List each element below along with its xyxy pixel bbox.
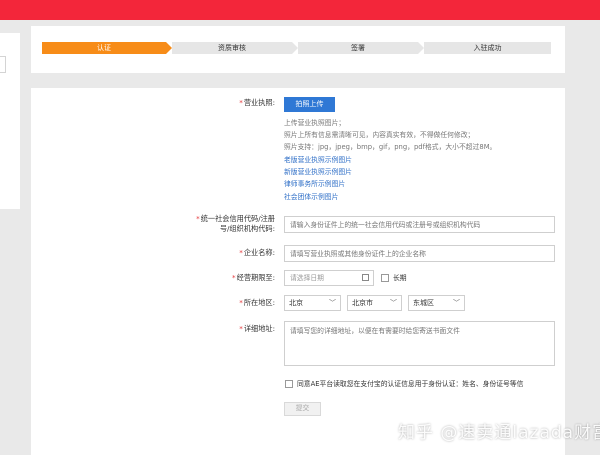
top-brand-bar <box>0 0 600 20</box>
progress-steps-card: 认证 资质审核 签署 入驻成功 <box>31 26 565 73</box>
chevron-down-icon: ﹀ <box>453 299 460 307</box>
left-side-input[interactable] <box>0 56 6 73</box>
date-placeholder: 请选择日期 <box>290 274 324 282</box>
hint-clear: 照片上所有信息需清晰可见，内容真实有效，不得做任何修改； <box>284 131 475 139</box>
link-law-firm-sample[interactable]: 律师事务所示例图片 <box>284 179 345 189</box>
agree-text: 同意AE平台读取您在支付宝的认证信息用于身份认证：姓名、身份证号等信 <box>297 380 524 388</box>
company-name-input[interactable] <box>284 245 555 262</box>
link-old-license-sample[interactable]: 老版营业执照示例图片 <box>284 155 352 165</box>
agree-checkbox[interactable] <box>285 380 293 388</box>
long-term-label: 长期 <box>393 274 407 282</box>
credit-code-input[interactable] <box>284 216 555 233</box>
company-name-label: *企业名称: <box>239 248 275 257</box>
city-select[interactable]: 北京市 ﹀ <box>347 295 402 311</box>
chevron-down-icon: ﹀ <box>390 299 397 307</box>
region-label: *所在地区: <box>239 298 275 307</box>
calendar-icon <box>362 274 369 281</box>
address-label: *详细地址: <box>239 324 275 333</box>
period-date-picker[interactable]: 请选择日期 <box>284 270 374 286</box>
long-term-checkbox[interactable] <box>381 274 389 282</box>
address-textarea[interactable] <box>284 321 555 366</box>
step-onboard-success: 入驻成功 <box>424 42 551 54</box>
step-verify: 认证 <box>42 42 166 54</box>
step-qualification-review: 资质审核 <box>172 42 292 54</box>
district-select[interactable]: 东城区 ﹀ <box>408 295 465 311</box>
chevron-down-icon: ﹀ <box>329 299 336 307</box>
link-new-license-sample[interactable]: 新版营业执照示例图片 <box>284 167 352 177</box>
province-select[interactable]: 北京 ﹀ <box>284 295 341 311</box>
step-sign: 签署 <box>298 42 418 54</box>
submit-button[interactable]: 提交 <box>284 402 321 416</box>
upload-photo-button[interactable]: 拍照上传 <box>284 97 335 112</box>
watermark: 知乎 @速卖通lazada财富 <box>398 423 600 443</box>
business-period-label: *经营期限至: <box>232 273 275 282</box>
link-social-group-sample[interactable]: 社会团体示例图片 <box>284 192 338 202</box>
hint-upload: 上传营业执照图片； <box>284 119 346 127</box>
credit-code-label: *统一社会信用代码/注册 号/组织机构代码: <box>196 214 275 233</box>
license-label: *营业执照: <box>239 98 275 107</box>
hint-format: 照片支持：jpg，jpeg，bmp，gif，png，pdf格式，大小不超过8M。 <box>284 143 497 151</box>
